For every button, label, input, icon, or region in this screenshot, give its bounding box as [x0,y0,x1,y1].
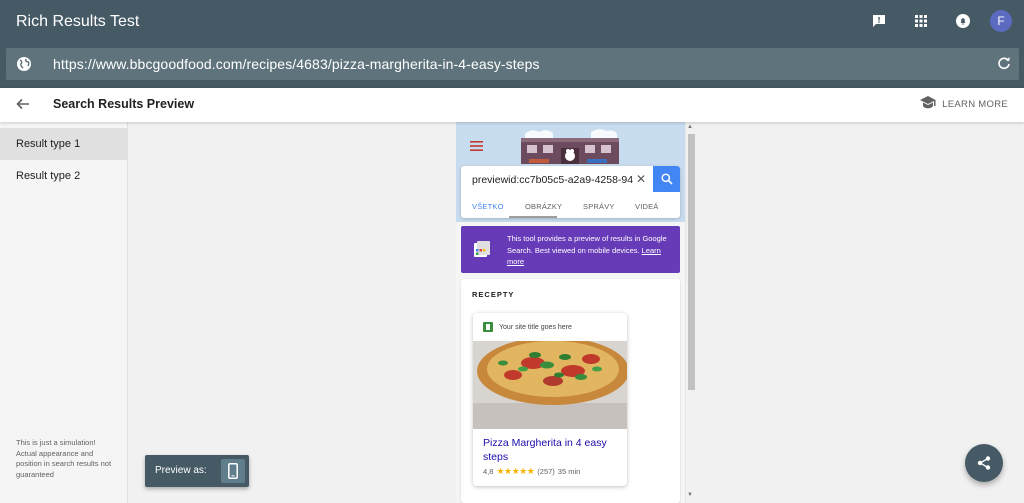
site-title: Your site title goes here [499,323,572,331]
url-bar[interactable]: https://www.bbcgoodfood.com/recipes/4683… [6,48,1019,80]
serp-preview: previewid:cc7b05c5-a2a9-4258-94 ✕ VŠETKO… [456,122,685,503]
result-type-list: Result type 1 Result type 2 This is just… [0,122,128,503]
google-header: previewid:cc7b05c5-a2a9-4258-94 ✕ VŠETKO… [456,122,685,222]
share-button[interactable] [965,444,1003,482]
share-icon [977,456,991,470]
simulation-disclaimer: This is just a simulation! Actual appear… [16,438,112,479]
app-title: Rich Results Test [16,13,140,30]
scroll-up-icon[interactable]: ▲ [687,124,693,130]
back-arrow-icon[interactable] [15,96,31,117]
scroll-down-icon[interactable]: ▼ [687,492,693,498]
learn-more-button[interactable]: LEARN MORE [920,96,1008,112]
app-bar: Rich Results Test F https://www.bbcgoodf… [0,0,1024,88]
recipes-section: RECEPTY Your site title goes here Pizza … [461,279,680,503]
url-text[interactable]: https://www.bbcgoodfood.com/recipes/4683… [53,56,540,72]
info-banner: This tool provides a preview of results … [461,226,680,273]
info-banner-text: This tool provides a preview of results … [507,233,675,268]
rating-row: 4,8 ★★★★★ (257) 35 min [483,466,580,477]
site-row: Your site title goes here [483,322,572,332]
scrollbar-thumb[interactable] [688,134,695,390]
tab-all[interactable]: VŠETKO [472,202,504,211]
close-icon[interactable]: ✕ [636,172,646,186]
preview-scrollbar[interactable]: ▲ ▼ [685,122,696,503]
result-type-item-2[interactable]: Result type 2 [0,160,128,192]
google-doodle-image[interactable] [521,126,619,164]
search-input[interactable]: previewid:cc7b05c5-a2a9-4258-94 [472,174,642,186]
mobile-preview-frame: previewid:cc7b05c5-a2a9-4258-94 ✕ VŠETKO… [456,122,696,503]
reload-icon[interactable] [997,56,1011,75]
school-icon [920,96,936,112]
rating-value: 4,8 [483,467,494,476]
search-icon [660,173,673,185]
tab-videos[interactable]: VIDEÁ [635,202,659,211]
smartphone-icon[interactable] [221,459,245,483]
tab-images[interactable]: OBRÁZKY [525,202,562,211]
recipe-image[interactable] [473,341,627,429]
search-button[interactable] [653,166,680,192]
site-favicon-icon [483,322,493,332]
preview-header: Search Results Preview LEARN MORE [0,88,1024,122]
menu-icon[interactable] [470,138,483,156]
tab-news[interactable]: SPRÁVY [583,202,615,211]
preview-as-control: Preview as: [145,455,249,487]
globe-icon [16,56,32,77]
search-box: previewid:cc7b05c5-a2a9-4258-94 ✕ VŠETKO… [461,166,680,218]
apps-grid-icon[interactable] [906,9,936,33]
preview-tool-icon [472,239,492,259]
recipe-title-link[interactable]: Pizza Margherita in 4 easy steps [483,437,621,464]
page-title: Search Results Preview [53,97,195,111]
section-title: RECEPTY [472,290,515,299]
notifications-icon[interactable] [948,9,978,33]
result-type-item-1[interactable]: Result type 1 [0,128,128,160]
learn-more-label: LEARN MORE [942,98,1008,110]
avatar[interactable]: F [990,10,1012,32]
tab-indicator [509,216,557,218]
review-count: (257) [537,467,555,476]
cook-time: 35 min [557,467,581,476]
recipe-result-card[interactable]: Your site title goes here Pizza Margheri… [473,313,627,486]
search-tabs: VŠETKO OBRÁZKY SPRÁVY VIDEÁ [461,200,680,218]
feedback-icon[interactable] [864,9,894,33]
top-actions: F [852,9,1012,33]
star-rating-icon: ★★★★★ [496,466,535,476]
preview-as-label: Preview as: [155,465,207,476]
